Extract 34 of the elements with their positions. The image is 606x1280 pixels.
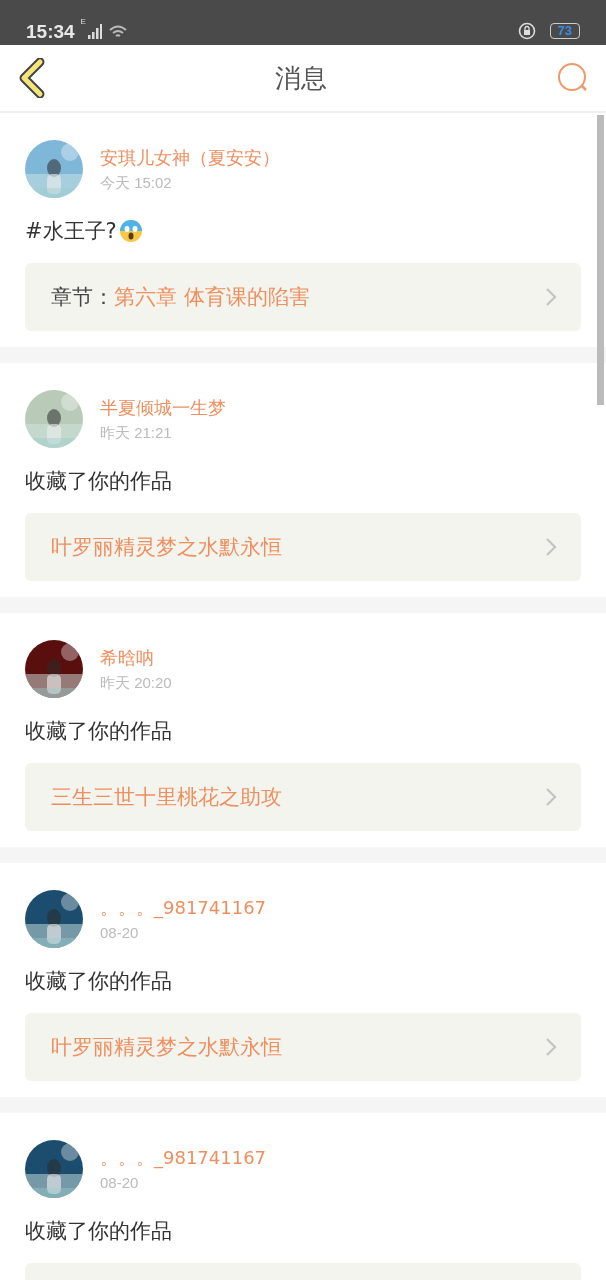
work-title: 第六章 体育课的陷害 <box>114 284 311 311</box>
chevron-right-icon <box>545 1037 557 1057</box>
network-type: E <box>80 17 86 26</box>
message-time: 昨天 20:20 <box>100 673 172 692</box>
rotation-lock-icon <box>517 22 536 40</box>
user-name[interactable]: 希晗呐 <box>100 646 172 668</box>
message-time: 今天 15:02 <box>100 173 173 192</box>
page-title: 消息 <box>275 61 327 95</box>
message-time: 08-20 <box>100 923 140 942</box>
work-title: 三生三世十里桃花之助攻 <box>51 784 283 811</box>
message-text: 收藏了你的作品 <box>25 719 172 743</box>
user-name[interactable]: 半夏倾城一生梦 <box>100 396 226 418</box>
work-title: 叶罗丽精灵梦之水默永恒 <box>51 534 283 561</box>
user-name[interactable]: 。。。_981741167 <box>100 1146 267 1168</box>
message-text: 收藏了你的作品 <box>25 1219 172 1243</box>
signal-icon <box>87 24 102 39</box>
battery-level: 73 <box>549 23 580 39</box>
user-name[interactable]: 安琪儿女神（夏安安） <box>100 146 280 168</box>
chevron-right-icon <box>545 287 557 307</box>
message-text: 收藏了你的作品 <box>25 469 172 493</box>
work-link[interactable]: 三生三世十里桃花之助攻 <box>25 763 581 831</box>
status-time: 15:34 <box>26 22 75 41</box>
message-text: 收藏了你的作品 <box>25 969 172 993</box>
work-title: 叶罗丽精灵梦之水默永恒 <box>51 1034 283 1061</box>
work-link[interactable]: 章节：第六章 体育课的陷害 <box>25 263 581 331</box>
link-label: 章节： <box>51 284 114 311</box>
work-link[interactable]: 叶罗丽精灵梦之水默永恒 <box>25 513 581 581</box>
user-name[interactable]: 。。。_981741167 <box>100 896 267 918</box>
message-time: 08-20 <box>100 1173 140 1192</box>
message-text: #水王子? <box>25 219 117 243</box>
work-link[interactable]: 叶罗丽精灵梦之水默永恒 <box>25 1013 581 1081</box>
chevron-right-icon <box>545 787 557 807</box>
chevron-right-icon <box>545 537 557 557</box>
message-time: 昨天 21:21 <box>100 423 173 442</box>
